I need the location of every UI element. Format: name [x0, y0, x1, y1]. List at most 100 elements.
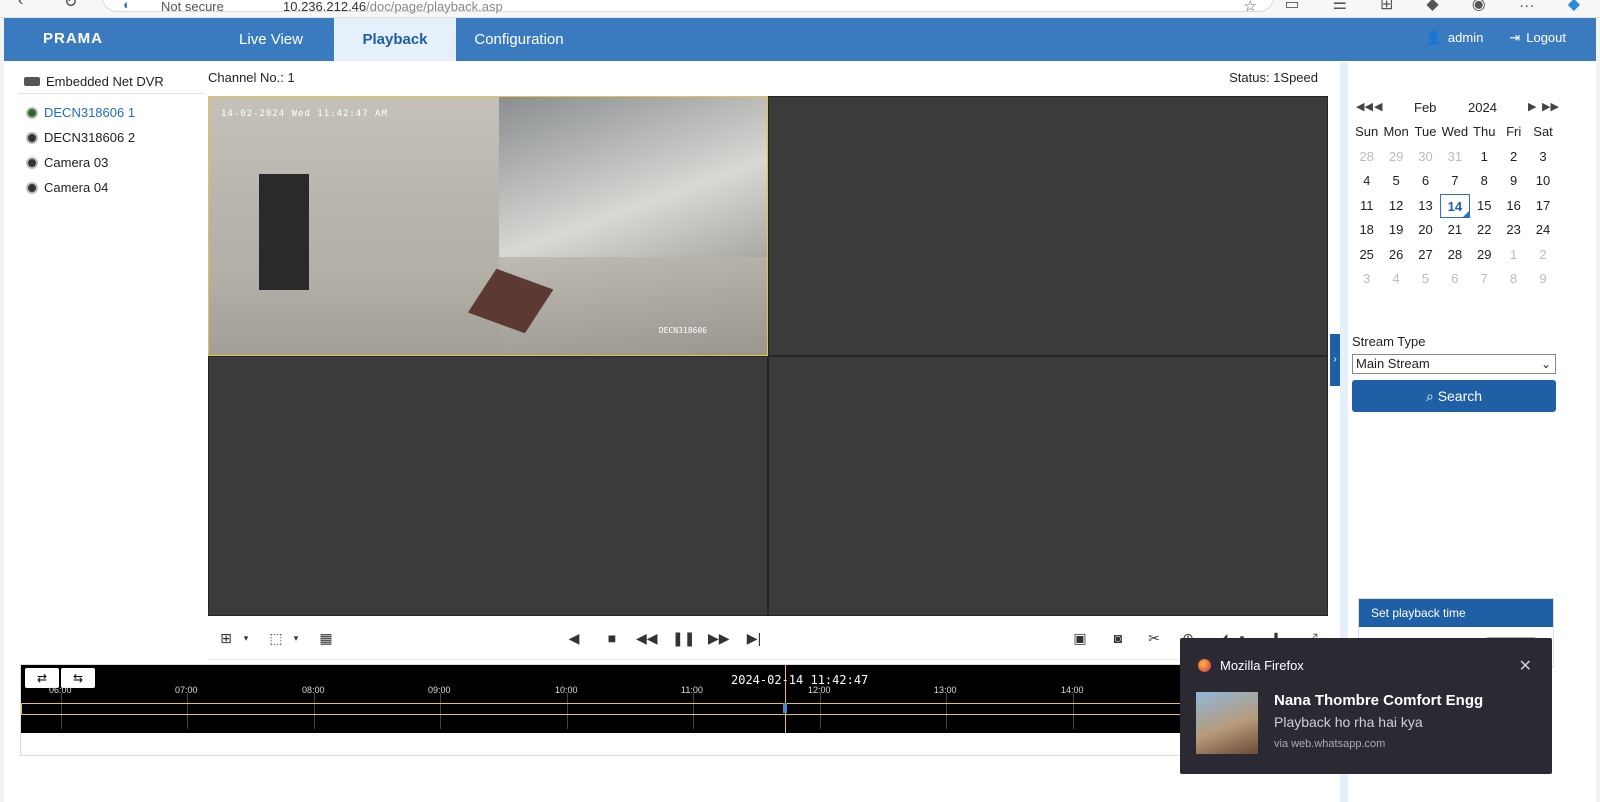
calendar-day[interactable]: 4 [1352, 169, 1381, 194]
calendar-month[interactable]: Feb [1414, 100, 1436, 115]
calendar-day[interactable]: 8 [1499, 267, 1528, 292]
favorites-icon[interactable]: ☰ [1333, 0, 1347, 14]
calendar-week: 11 12 13 14 15 16 17 [1352, 193, 1558, 219]
reverse-play-icon[interactable]: ◀ [564, 628, 584, 648]
calendar-day[interactable]: 17 [1528, 194, 1557, 219]
capture-icon[interactable]: ◙ [1108, 628, 1128, 648]
stop-all-icon[interactable]: ▣ [1070, 628, 1090, 648]
chevron-down-icon[interactable]: ▾ [286, 628, 306, 648]
calendar-day[interactable]: 10 [1528, 169, 1557, 194]
collections-icon[interactable]: ⊞ [1380, 0, 1393, 14]
fast-forward-icon[interactable]: ▶▶ [708, 628, 730, 648]
tab-configuration[interactable]: Configuration [456, 18, 582, 61]
split-screen-icon[interactable]: ▭ [1285, 0, 1300, 14]
calendar-day[interactable]: 2 [1528, 243, 1557, 268]
calendar-day[interactable]: 16 [1499, 194, 1528, 219]
select-window-icon[interactable]: ⬚ [266, 628, 286, 648]
calendar-day[interactable]: 13 [1411, 194, 1440, 219]
pause-icon[interactable]: ❚❚ [672, 628, 695, 648]
not-secure-label[interactable]: Not secure [161, 0, 224, 14]
calendar-day[interactable]: 6 [1411, 169, 1440, 194]
calendar-day[interactable]: 20 [1411, 218, 1440, 243]
clip-icon[interactable]: ✂ [1144, 628, 1164, 648]
search-button[interactable]: ⌕ Search [1352, 380, 1556, 412]
extension-icon[interactable]: ◆ [1426, 0, 1438, 14]
timeline[interactable]: ⇄ ⇆ 2024-02-14 11:42:47 06:00 07:00 08:00 0… [20, 664, 1326, 756]
calendar-day[interactable]: 28 [1440, 243, 1469, 268]
stream-type-select[interactable]: Main Stream ⌄ [1352, 354, 1556, 374]
calendar-header: ◀◀ ◀ Feb 2024 ▶ ▶▶ [1352, 98, 1559, 120]
calendar-day[interactable]: 29 [1470, 243, 1499, 268]
camera-item-4[interactable]: Camera 04 [18, 175, 204, 200]
calendar-day[interactable]: 5 [1381, 169, 1410, 194]
video-window-4[interactable] [768, 356, 1328, 616]
video-window-1[interactable]: 14-02-2024 Wed 11:42:47 AM DECN318606 [208, 96, 768, 356]
calendar-year[interactable]: 2024 [1468, 100, 1497, 115]
slow-forward-icon[interactable]: ◀◀ [636, 628, 658, 648]
calendar-day[interactable]: 6 [1440, 267, 1469, 292]
calendar-day[interactable]: 15 [1470, 194, 1499, 219]
calendar-day[interactable]: 22 [1470, 218, 1499, 243]
calendar-day[interactable]: 25 [1352, 243, 1381, 268]
calendar-day[interactable]: 7 [1470, 267, 1499, 292]
calendar-day[interactable]: 21 [1440, 218, 1469, 243]
calendar-day[interactable]: 1 [1470, 145, 1499, 170]
calendar-day[interactable]: 23 [1499, 218, 1528, 243]
calendar-day[interactable]: 3 [1352, 267, 1381, 292]
collapse-panel-button[interactable]: › [1330, 334, 1340, 386]
calendar-day[interactable]: 1 [1499, 243, 1528, 268]
calendar-day[interactable]: 2 [1499, 145, 1528, 170]
favorite-star-icon[interactable]: ☆ [1244, 0, 1257, 15]
profile-icon[interactable]: ◉ [1472, 0, 1486, 14]
camera-item-2[interactable]: DECN318606 2 [18, 125, 204, 150]
logout-button[interactable]: ⇥ Logout [1509, 30, 1566, 46]
calendar-day-selected[interactable]: 14 [1440, 193, 1470, 218]
calendar-day[interactable]: 9 [1499, 169, 1528, 194]
back-icon[interactable]: ‹ [18, 0, 23, 10]
calendar-day[interactable]: 5 [1411, 267, 1440, 292]
timeline-cursor[interactable] [785, 665, 786, 733]
more-icon[interactable]: … [1519, 0, 1535, 14]
camera-item-1[interactable]: DECN318606 1 [18, 100, 204, 125]
calendar-day[interactable]: 29 [1381, 145, 1410, 170]
calendar-day[interactable]: 19 [1381, 218, 1410, 243]
calendar-day[interactable]: 9 [1528, 267, 1557, 292]
tab-live-view[interactable]: Live View [208, 18, 334, 61]
recording-bar[interactable] [21, 703, 1325, 715]
browser-notification[interactable]: Mozilla Firefox ✕ Nana Thombre Comfort E… [1180, 638, 1552, 774]
calendar-day[interactable]: 28 [1352, 145, 1381, 170]
address-bar[interactable]: ◐ Not secure 10.236.212.46/doc/page/play… [102, 0, 1274, 15]
video-window-2[interactable] [768, 96, 1328, 356]
prev-month-icon[interactable]: ◀ [1374, 100, 1382, 113]
calendar-day[interactable]: 18 [1352, 218, 1381, 243]
stop-icon[interactable]: ■ [602, 628, 622, 648]
window-division-icon[interactable]: ⊞ [216, 628, 236, 648]
calendar-day[interactable]: 12 [1381, 194, 1410, 219]
calendar-week: 28 29 30 31 1 2 3 [1352, 145, 1558, 170]
user-menu[interactable]: 👤 admin [1426, 30, 1484, 46]
calendar-day[interactable]: 31 [1440, 145, 1469, 170]
copilot-icon[interactable]: ◆ [1568, 0, 1580, 14]
image-compare-icon[interactable]: ▦ [316, 628, 336, 648]
close-icon[interactable]: ✕ [1519, 656, 1532, 676]
camera-item-3[interactable]: Camera 03 [18, 150, 204, 175]
calendar-day[interactable]: 30 [1411, 145, 1440, 170]
refresh-icon[interactable]: ↻ [64, 0, 77, 12]
chevron-down-icon[interactable]: ▾ [236, 628, 256, 648]
calendar-day[interactable]: 11 [1352, 194, 1381, 219]
next-month-icon[interactable]: ▶ [1528, 100, 1536, 113]
calendar-day[interactable]: 4 [1381, 267, 1410, 292]
calendar-day[interactable]: 24 [1528, 218, 1557, 243]
prev-year-icon[interactable]: ◀◀ [1356, 100, 1373, 113]
calendar-day[interactable]: 27 [1411, 243, 1440, 268]
player-toolbar: ⊞ ▾ ⬚ ▾ ▦ ◀ ■ ◀◀ ❚❚ ▶▶ ▶| ▣ ◙ ✂ ⊕ ◢ ▾ ⬇ … [208, 616, 1328, 660]
tab-playback[interactable]: Playback [334, 18, 456, 61]
calendar-day[interactable]: 8 [1470, 169, 1499, 194]
single-frame-icon[interactable]: ▶| [744, 628, 764, 648]
next-year-icon[interactable]: ▶▶ [1542, 100, 1559, 113]
calendar-day[interactable]: 26 [1381, 243, 1410, 268]
device-root[interactable]: Embedded Net DVR [18, 70, 204, 94]
calendar-day[interactable]: 7 [1440, 169, 1469, 194]
video-window-3[interactable] [208, 356, 768, 616]
calendar-day[interactable]: 3 [1528, 145, 1557, 170]
